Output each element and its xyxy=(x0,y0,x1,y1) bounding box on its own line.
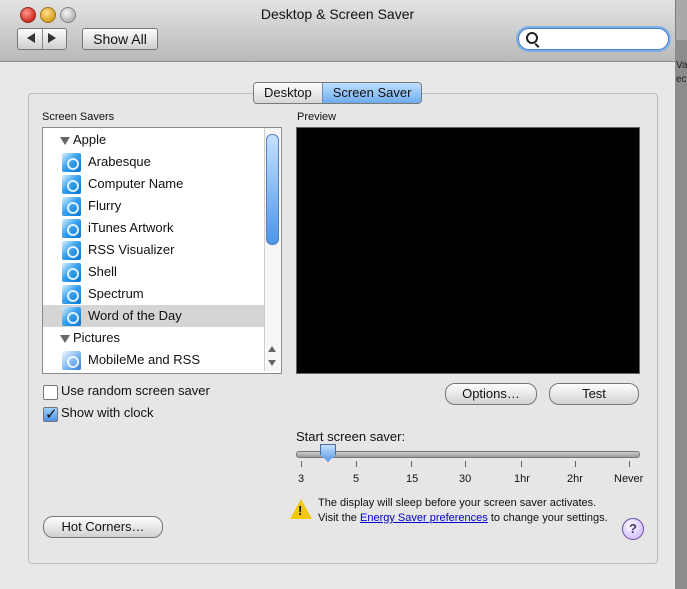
warning-icon xyxy=(290,499,312,519)
slider-tick-label: 1hr xyxy=(514,473,530,485)
tab-screen-saver[interactable]: Screen Saver xyxy=(321,83,422,103)
slider-tick xyxy=(575,461,576,467)
screen-saver-icon xyxy=(62,219,81,238)
forward-arrow-icon[interactable] xyxy=(48,33,56,43)
screen-saver-icon xyxy=(62,285,81,304)
screen-saver-icon xyxy=(62,241,81,260)
start-screen-saver-slider[interactable] xyxy=(296,451,640,458)
slider-tick-label: 30 xyxy=(459,473,472,485)
notice-line: Visit the Energy Saver preferences to ch… xyxy=(318,512,608,524)
window-title: Desktop & Screen Saver xyxy=(260,6,415,22)
slider-tick xyxy=(465,461,466,467)
screen-saver-icon xyxy=(62,175,81,194)
disclosure-triangle-icon[interactable] xyxy=(60,335,70,343)
show-clock-checkbox[interactable] xyxy=(43,405,58,423)
list-item[interactable]: iTunes Artwork xyxy=(43,217,265,239)
notice-line: The display will sleep before your scree… xyxy=(318,497,597,509)
slider-tick xyxy=(411,461,412,467)
screen-saver-list-scrollbar[interactable] xyxy=(264,128,280,371)
list-group-pictures[interactable]: Pictures xyxy=(51,327,273,349)
slider-tick xyxy=(301,461,302,467)
slider-tick-label: Never xyxy=(614,473,644,485)
tab-desktop[interactable]: Desktop xyxy=(254,83,322,103)
search-icon xyxy=(526,32,538,44)
slider-tick-label: 2hr xyxy=(567,473,583,485)
list-item[interactable]: Spectrum xyxy=(43,283,265,305)
preview-label: Preview xyxy=(297,111,337,123)
slider-tick xyxy=(356,461,357,467)
search-field[interactable] xyxy=(518,28,669,50)
scroll-down-arrow-icon[interactable] xyxy=(268,360,276,366)
background-window-edge: Va ec xyxy=(675,40,687,589)
slider-tick-label: 15 xyxy=(406,473,419,485)
disclosure-triangle-icon[interactable] xyxy=(60,137,70,145)
list-item[interactable]: Arabesque xyxy=(43,151,265,173)
list-item[interactable]: RSS Visualizer xyxy=(43,239,265,261)
back-forward-buttons[interactable] xyxy=(17,28,67,50)
screen-saver-preview xyxy=(296,127,640,374)
screen-saver-tab-control: Desktop Screen Saver xyxy=(253,82,423,104)
back-arrow-icon[interactable] xyxy=(27,33,35,43)
list-item[interactable]: Computer Name xyxy=(43,173,265,195)
search-input[interactable] xyxy=(541,30,663,48)
scroll-up-arrow-icon[interactable] xyxy=(268,346,276,352)
list-group-apple[interactable]: Apple xyxy=(51,129,273,151)
screen-savers-label: Screen Savers xyxy=(42,111,115,123)
cloud-icon xyxy=(62,351,81,370)
energy-saver-notice: The display will sleep before your scree… xyxy=(318,496,628,526)
window-titlebar: Desktop & Screen Saver Show All xyxy=(0,0,675,62)
navigation-divider xyxy=(42,29,43,49)
list-item[interactable]: Shell xyxy=(43,261,265,283)
screen-saver-list[interactable]: Apple Arabesque Computer Name Flurry iTu… xyxy=(42,127,282,374)
slider-tick xyxy=(521,461,522,467)
list-item-selected[interactable]: Word of the Day xyxy=(43,305,265,327)
show-all-button[interactable]: Show All xyxy=(82,28,158,50)
slider-tick xyxy=(629,461,630,467)
desktop-screen-saver-window: Desktop & Screen Saver Show All Desktop … xyxy=(0,0,676,589)
start-screen-saver-label: Start screen saver: xyxy=(296,429,406,444)
help-icon[interactable]: ? xyxy=(622,518,644,540)
scrollbar-thumb[interactable] xyxy=(266,134,279,245)
list-item[interactable]: Flurry xyxy=(43,195,265,217)
screen-saver-icon xyxy=(62,263,81,282)
show-clock-label[interactable]: Show with clock xyxy=(61,405,153,420)
options-button[interactable]: Options… xyxy=(445,383,537,405)
slider-tick-label: 3 xyxy=(298,473,305,485)
random-screen-saver-label[interactable]: Use random screen saver xyxy=(61,383,210,398)
screen-saver-icon xyxy=(62,307,81,326)
random-screen-saver-checkbox[interactable] xyxy=(43,385,58,400)
list-item[interactable]: MobileMe and RSS xyxy=(43,349,265,371)
slider-tick-label: 5 xyxy=(353,473,360,485)
screen-saver-icon xyxy=(62,197,81,216)
test-button[interactable]: Test xyxy=(549,383,639,405)
energy-saver-preferences-link[interactable]: Energy Saver preferences xyxy=(360,512,488,524)
screen-saver-icon xyxy=(62,153,81,172)
hot-corners-button[interactable]: Hot Corners… xyxy=(43,516,163,538)
